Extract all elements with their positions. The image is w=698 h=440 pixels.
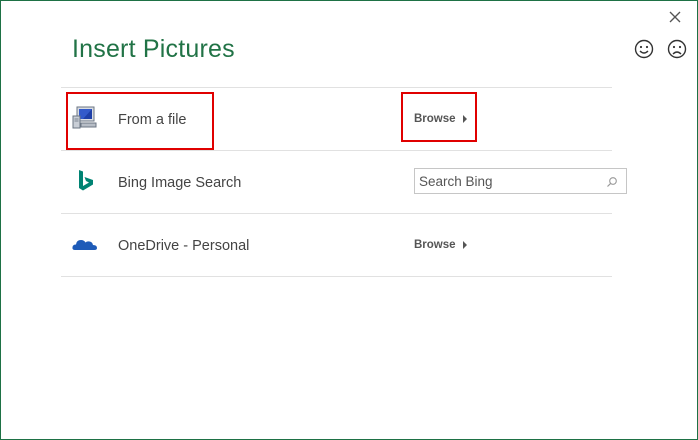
- frown-icon[interactable]: [666, 38, 688, 60]
- source-row-from-file: From a file Browse: [61, 88, 612, 150]
- source-label-bing: Bing Image Search: [118, 175, 242, 191]
- browse-button-from-file[interactable]: Browse: [414, 113, 467, 125]
- source-label-onedrive: OneDrive - Personal: [118, 238, 250, 254]
- bing-search-box: [414, 168, 627, 194]
- browse-label: Browse: [414, 239, 456, 251]
- source-row-onedrive: OneDrive - Personal Browse: [61, 214, 612, 276]
- bing-search-input[interactable]: [415, 169, 599, 193]
- caret-right-icon: [462, 115, 467, 123]
- divider: [61, 276, 612, 277]
- close-icon[interactable]: [665, 7, 685, 27]
- source-label-from-file: From a file: [118, 112, 187, 128]
- bing-icon: [71, 168, 99, 196]
- caret-right-icon: [462, 241, 467, 249]
- dialog-title: Insert Pictures: [72, 35, 235, 63]
- browse-label: Browse: [414, 113, 456, 125]
- insert-pictures-dialog: Insert Pictures From a file Browse Bing …: [0, 0, 698, 440]
- browse-button-onedrive[interactable]: Browse: [414, 239, 467, 251]
- smile-icon[interactable]: [633, 38, 655, 60]
- onedrive-icon: [71, 231, 99, 259]
- search-icon[interactable]: [606, 175, 618, 187]
- source-row-bing: Bing Image Search: [61, 151, 627, 213]
- computer-icon: [71, 104, 99, 132]
